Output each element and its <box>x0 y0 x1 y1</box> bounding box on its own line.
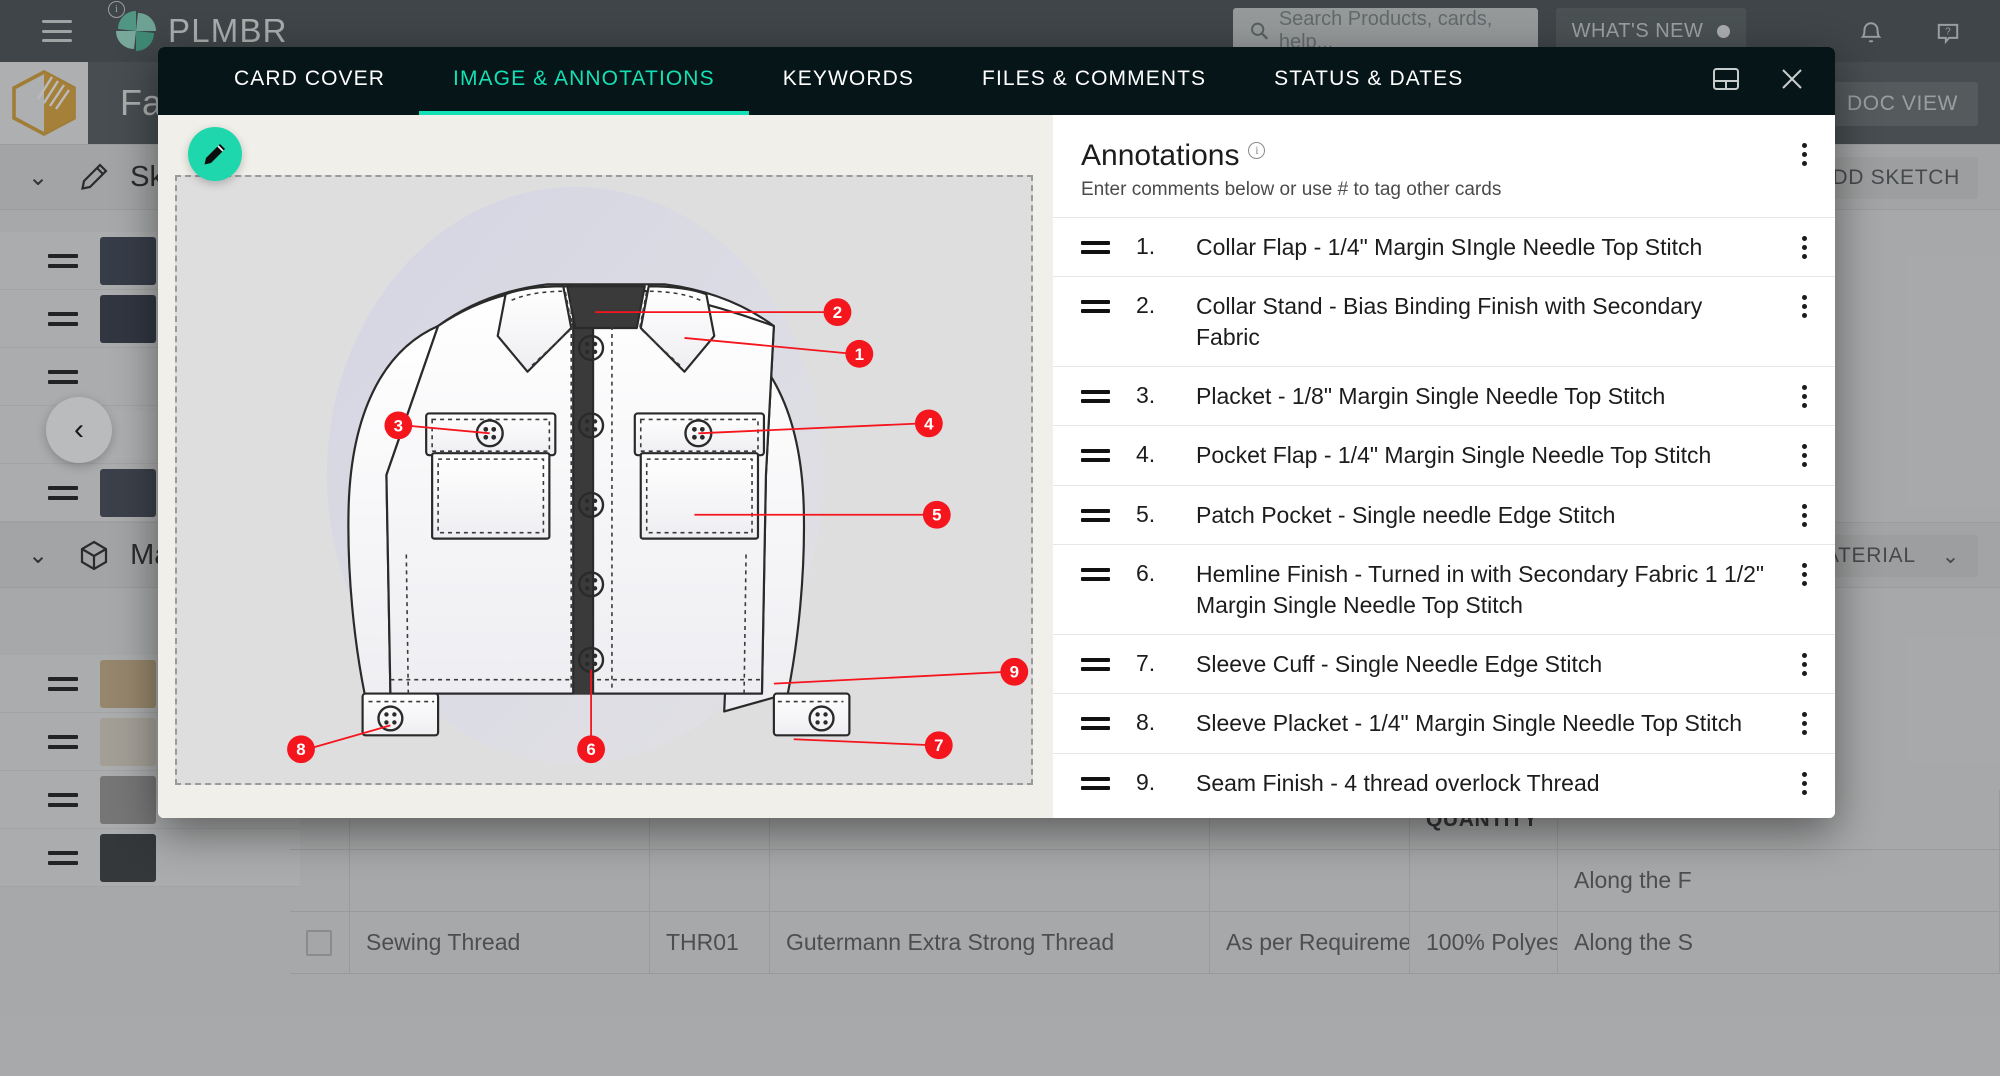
annotations-subtitle: Enter comments below or use # to tag oth… <box>1081 179 1502 200</box>
annotation-text: Collar Flap - 1/4" Margin SIngle Needle … <box>1196 234 1703 260</box>
annotation-text: Sleeve Placket - 1/4" Margin Single Need… <box>1196 710 1742 737</box>
drag-handle-icon[interactable] <box>1081 717 1110 731</box>
annotations-title: Annotations <box>1081 139 1240 172</box>
drag-handle-icon[interactable] <box>1081 657 1110 671</box>
annotation-number: 8. <box>1136 709 1156 736</box>
annotation-row[interactable]: 1. Collar Flap - 1/4" Margin SIngle Need… <box>1053 217 1835 276</box>
technical-flat-sketch: 2 1 3 4 5 6 7 8 9 <box>177 177 1031 783</box>
annotation-row[interactable]: 8. Sleeve Placket - 1/4" Margin Single N… <box>1053 693 1835 752</box>
annotation-menu-button[interactable] <box>1802 503 1807 527</box>
annotation-number: 3. <box>1136 382 1156 409</box>
annotation-number: 4. <box>1136 441 1156 468</box>
annotation-text: Seam Finish - 4 thread overlock Thread <box>1196 769 1600 796</box>
drag-handle-icon[interactable] <box>1081 776 1110 790</box>
drag-handle-icon[interactable] <box>1081 508 1110 522</box>
annotation-row[interactable]: 2. Collar Stand - Bias Binding Finish wi… <box>1053 276 1835 366</box>
info-icon[interactable]: i <box>1248 142 1266 159</box>
annotation-number: 7. <box>1136 649 1156 676</box>
drag-handle-icon[interactable] <box>1081 390 1110 404</box>
annotation-number: 5. <box>1136 500 1156 527</box>
marker-2: 2 <box>833 303 842 322</box>
annotation-number: 6. <box>1136 560 1156 587</box>
annotation-menu-button[interactable] <box>1802 444 1807 468</box>
drag-handle-icon[interactable] <box>1081 300 1110 314</box>
marker-5: 5 <box>932 506 941 525</box>
annotation-text: Sleeve Cuff - Single Needle Edge Stitch <box>1196 650 1603 677</box>
annotation-menu-button[interactable] <box>1802 771 1807 795</box>
modal-body: 2 1 3 4 5 6 7 8 9 Annotations i Enter co… <box>158 115 1835 818</box>
marker-8: 8 <box>296 740 305 759</box>
modal-tab-bar: CARD COVER IMAGE & ANNOTATIONS KEYWORDS … <box>200 47 1497 115</box>
marker-4: 4 <box>924 414 934 433</box>
tab-image-annotations[interactable]: IMAGE & ANNOTATIONS <box>419 47 749 115</box>
annotation-text: Hemline Finish - Turned in with Secondar… <box>1196 561 1765 618</box>
tab-keywords[interactable]: KEYWORDS <box>749 47 948 115</box>
tab-card-cover[interactable]: CARD COVER <box>200 47 419 115</box>
marker-6: 6 <box>586 740 595 759</box>
annotation-number: 1. <box>1136 233 1156 259</box>
drag-handle-icon[interactable] <box>1081 241 1110 254</box>
annotation-menu-button[interactable] <box>1802 563 1807 587</box>
close-icon[interactable] <box>1779 66 1805 97</box>
annotation-menu-button[interactable] <box>1802 385 1807 409</box>
annotation-number: 9. <box>1136 768 1156 795</box>
annotation-menu-button[interactable] <box>1802 236 1807 259</box>
annotation-row[interactable]: 7. Sleeve Cuff - Single Needle Edge Stit… <box>1053 633 1835 693</box>
modal-header: CARD COVER IMAGE & ANNOTATIONS KEYWORDS … <box>158 47 1835 115</box>
tab-files-comments[interactable]: FILES & COMMENTS <box>948 47 1240 115</box>
annotation-text: Pocket Flap - 1/4" Margin Single Needle … <box>1196 442 1712 469</box>
annotations-pane: Annotations i Enter comments below or us… <box>1053 115 1835 818</box>
drag-handle-icon[interactable] <box>1081 568 1110 582</box>
drag-handle-icon[interactable] <box>1081 449 1110 463</box>
annotation-text: Patch Pocket - Single needle Edge Stitch <box>1196 501 1616 528</box>
annotation-number: 2. <box>1136 292 1156 319</box>
annotations-list: 1. Collar Flap - 1/4" Margin SIngle Need… <box>1053 217 1835 818</box>
annotation-row[interactable]: 5. Patch Pocket - Single needle Edge Sti… <box>1053 484 1835 544</box>
annotation-menu-button[interactable] <box>1802 295 1807 319</box>
annotation-menu-button[interactable] <box>1802 712 1807 736</box>
pencil-icon <box>204 144 225 165</box>
split-layout-icon[interactable] <box>1711 66 1741 97</box>
annotation-text: Collar Stand - Bias Binding Finish with … <box>1196 293 1703 350</box>
sketch-canvas-pane: 2 1 3 4 5 6 7 8 9 <box>158 115 1053 818</box>
sketch-image-frame[interactable]: 2 1 3 4 5 6 7 8 9 <box>175 175 1033 785</box>
marker-3: 3 <box>394 416 403 435</box>
edit-annotations-button[interactable] <box>188 127 242 181</box>
annotation-text: Placket - 1/8" Margin Single Needle Top … <box>1196 383 1666 410</box>
annotation-row[interactable]: 9. Seam Finish - 4 thread overlock Threa… <box>1053 752 1835 812</box>
annotations-header: Annotations i Enter comments below or us… <box>1053 115 1835 217</box>
marker-7: 7 <box>934 736 943 755</box>
marker-9: 9 <box>1010 663 1019 682</box>
tab-status-dates[interactable]: STATUS & DATES <box>1240 47 1497 115</box>
annotation-row[interactable]: 4. Pocket Flap - 1/4" Margin Single Need… <box>1053 425 1835 484</box>
annotation-menu-button[interactable] <box>1802 652 1807 676</box>
image-annotations-modal: CARD COVER IMAGE & ANNOTATIONS KEYWORDS … <box>158 47 1835 818</box>
annotation-row[interactable]: 3. Placket - 1/8" Margin Single Needle T… <box>1053 366 1835 425</box>
annotations-menu-button[interactable] <box>1802 143 1807 166</box>
marker-1: 1 <box>855 345 864 364</box>
annotation-row[interactable]: 6. Hemline Finish - Turned in with Secon… <box>1053 544 1835 634</box>
